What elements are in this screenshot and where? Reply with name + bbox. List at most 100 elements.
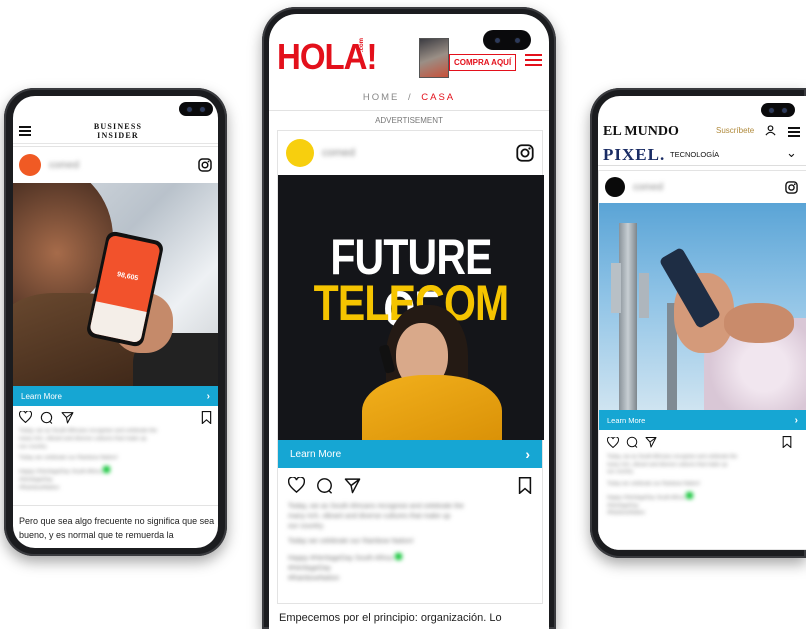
- breadcrumb: HOME / CASA: [269, 92, 549, 103]
- article-text: Pero que sea algo frecuente no significa…: [19, 516, 215, 540]
- bookmark-icon[interactable]: [782, 436, 792, 448]
- breadcrumb-current[interactable]: CASA: [421, 92, 455, 103]
- avatar[interactable]: [605, 177, 625, 197]
- caption-line: Today we celebrate our Rainbow Nation!: [288, 538, 414, 546]
- subscribe-link[interactable]: Suscríbete: [716, 126, 754, 135]
- post-caption: Today, we as South Africans recognise an…: [13, 428, 218, 493]
- avatar[interactable]: [286, 139, 314, 167]
- business-insider-logo[interactable]: BUSINESS INSIDER: [83, 122, 153, 140]
- learn-more-label: Learn More: [21, 391, 62, 401]
- site-header: EL MUNDO Suscríbete: [598, 120, 806, 144]
- camera-cutout: [761, 103, 795, 117]
- advertisement-label: ADVERTISEMENT: [375, 116, 443, 125]
- caption-line: many rich, vibrant and diverse cultures …: [19, 435, 147, 442]
- learn-more-button[interactable]: Learn More ›: [13, 386, 218, 406]
- caption-line: Today we celebrate our Rainbow Nation!: [607, 480, 701, 487]
- send-icon[interactable]: [61, 411, 74, 424]
- site-header: HOLA! .com COMPRA AQUÍ: [269, 14, 549, 90]
- learn-more-button[interactable]: Learn More ›: [278, 440, 542, 468]
- post-caption: Today, we as South Africans recognise an…: [278, 502, 542, 584]
- caption-line: many rich, vibrant and diverse cultures …: [607, 461, 728, 468]
- learn-more-label: Learn More: [290, 448, 342, 460]
- chevron-down-icon[interactable]: ⌄: [786, 145, 797, 161]
- learn-more-label: Learn More: [607, 415, 646, 425]
- avatar[interactable]: [19, 154, 41, 176]
- bookmark-icon[interactable]: [201, 410, 212, 424]
- bookmark-icon[interactable]: [518, 476, 532, 494]
- site-header: BUSINESS INSIDER: [13, 116, 218, 144]
- username[interactable]: comed: [322, 147, 355, 159]
- caption-line: Happy #HeritageDay South Africa: [607, 492, 798, 503]
- middle-phone-screen: HOLA! .com COMPRA AQUÍ HOME / CASA ADVER…: [269, 14, 549, 629]
- instagram-ad-post: comed FUTURE OF TELECOM Learn More ›: [277, 130, 544, 604]
- caption-line: Happy #HeritageDay South Africa: [19, 465, 212, 477]
- middle-phone: HOLA! .com COMPRA AQUÍ HOME / CASA ADVER…: [262, 7, 556, 629]
- post-header: comed: [13, 147, 218, 183]
- el-mundo-logo[interactable]: EL MUNDO: [603, 124, 679, 140]
- caption-line: #RainbowNation: [19, 484, 60, 491]
- post-header: comed: [278, 131, 542, 175]
- hamburger-icon[interactable]: [19, 126, 31, 136]
- instagram-icon[interactable]: [516, 144, 534, 162]
- logo-line-2: INSIDER: [97, 131, 139, 140]
- hand-2: [724, 303, 794, 343]
- phone-screen-value: 98,605: [116, 271, 139, 283]
- learn-more-button[interactable]: Learn More ›: [599, 410, 806, 430]
- post-actions: [278, 468, 542, 502]
- chevron-right-icon: ›: [794, 414, 798, 426]
- antenna-panel: [611, 263, 621, 313]
- post-caption: Today, we as South Africans recognise an…: [599, 454, 806, 518]
- left-phone: BUSINESS INSIDER comed 98,605 Learn More…: [4, 88, 227, 556]
- instagram-icon[interactable]: [785, 180, 798, 194]
- section-label[interactable]: TECNOLOGÍA: [670, 150, 719, 159]
- buy-button[interactable]: COMPRA AQUÍ: [449, 54, 517, 71]
- section-bar: PIXEL. TECNOLOGÍA ⌄: [598, 144, 806, 166]
- instagram-icon[interactable]: [198, 158, 212, 172]
- comment-icon[interactable]: [626, 436, 638, 448]
- header-divider: [269, 110, 549, 111]
- chevron-right-icon: ›: [206, 390, 210, 402]
- chevron-right-icon: ›: [525, 446, 530, 462]
- woman-sweater: [362, 375, 502, 440]
- caption-line: #HeritageDay: [288, 564, 331, 572]
- heart-icon[interactable]: [19, 411, 32, 423]
- caption-line: our country.: [288, 523, 325, 531]
- caption-line: many rich, vibrant and diverse cultures …: [288, 513, 451, 521]
- hola-logo-sup: .com: [359, 37, 366, 53]
- heart-icon[interactable]: [607, 436, 619, 448]
- hamburger-icon[interactable]: [788, 127, 800, 137]
- antenna-panel: [639, 273, 649, 318]
- camera-cutout: [179, 102, 213, 116]
- post-actions: [599, 430, 806, 454]
- caption-line: Today, we as South Africans recognise an…: [19, 428, 158, 434]
- breadcrumb-separator: /: [407, 92, 413, 103]
- antenna-tower: [619, 223, 637, 410]
- caption-line: #RainbowNation: [288, 574, 340, 582]
- hola-logo-wrap[interactable]: HOLA! .com: [277, 36, 377, 77]
- ad-image[interactable]: FUTURE OF TELECOM: [278, 175, 544, 440]
- breadcrumb-home[interactable]: HOME: [363, 92, 400, 103]
- send-icon[interactable]: [645, 436, 657, 448]
- article-text: Empecemos por el principio: organización…: [279, 612, 502, 624]
- caption-line: #HeritageDay: [19, 476, 53, 483]
- instagram-ad-post: comed 98,605 Learn More › Today, we as S…: [13, 146, 218, 506]
- logo-line-1: BUSINESS: [93, 122, 143, 131]
- comment-icon[interactable]: [40, 411, 53, 424]
- post-header: comed: [599, 171, 806, 203]
- heart-icon[interactable]: [288, 477, 305, 493]
- ad-image[interactable]: [599, 203, 806, 410]
- ad-image[interactable]: 98,605: [13, 183, 218, 386]
- username[interactable]: comed: [49, 160, 79, 171]
- caption-line: Today we celebrate our Rainbow Nation!: [19, 454, 118, 461]
- mockup-stage: BUSINESS INSIDER comed 98,605 Learn More…: [0, 0, 806, 629]
- send-icon[interactable]: [344, 477, 361, 494]
- pixel-logo[interactable]: PIXEL.: [603, 145, 665, 165]
- comment-icon[interactable]: [316, 477, 333, 494]
- right-phone-screen: EL MUNDO Suscríbete PIXEL. TECNOLOGÍA ⌄ …: [598, 96, 806, 550]
- magazine-cover[interactable]: [419, 38, 449, 78]
- hamburger-icon[interactable]: [525, 54, 542, 66]
- caption-line: our country.: [607, 469, 635, 476]
- right-phone: EL MUNDO Suscríbete PIXEL. TECNOLOGÍA ⌄ …: [590, 88, 806, 558]
- username[interactable]: comed: [633, 182, 663, 193]
- user-icon[interactable]: [765, 125, 776, 136]
